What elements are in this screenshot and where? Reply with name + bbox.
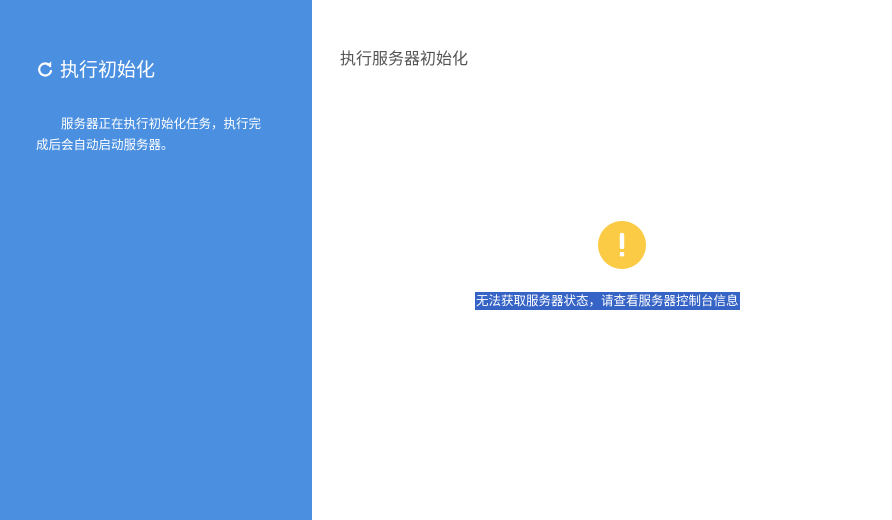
warning-icon xyxy=(598,221,646,269)
status-message: 无法获取服务器状态，请查看服务器控制台信息 xyxy=(475,292,740,310)
sidebar-description: 服务器正在执行初始化任务，执行完成后会自动启动服务器。 xyxy=(36,116,262,152)
sidebar: 执行初始化 服务器正在执行初始化任务，执行完成后会自动启动服务器。 xyxy=(0,0,312,520)
init-page: 执行初始化 服务器正在执行初始化任务，执行完成后会自动启动服务器。 执行服务器初… xyxy=(0,0,892,520)
refresh-icon xyxy=(36,61,54,79)
page-title: 执行服务器初始化 xyxy=(340,49,469,68)
sidebar-title: 执行初始化 xyxy=(60,59,156,81)
sidebar-heading: 执行初始化 xyxy=(36,58,155,82)
